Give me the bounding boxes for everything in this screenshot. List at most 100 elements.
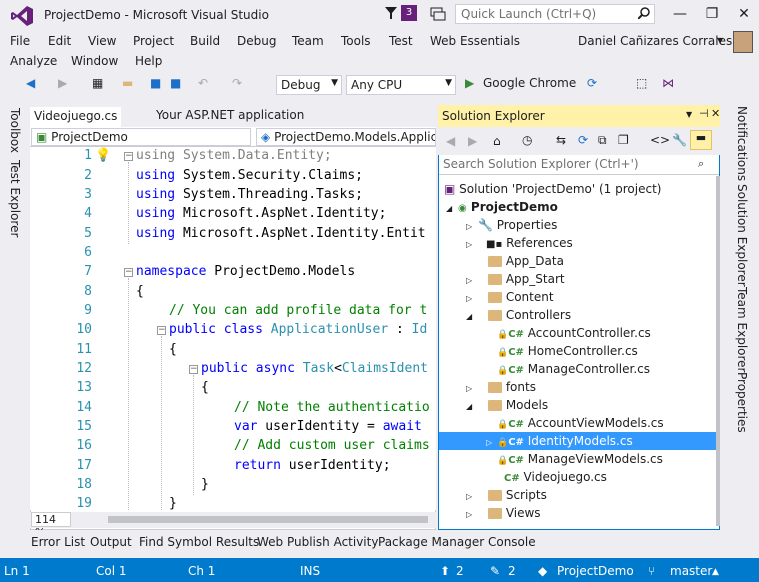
collapse-icon[interactable]: −	[124, 152, 133, 161]
menu-build[interactable]: Build	[190, 34, 220, 48]
forward-icon[interactable]: ▶	[468, 134, 477, 148]
tree-fonts[interactable]: fonts	[488, 378, 536, 396]
repository-icon[interactable]: ◆	[538, 564, 547, 578]
tree-models[interactable]: Models	[488, 396, 548, 414]
tree-scripts[interactable]: Scripts	[488, 486, 547, 504]
home-icon[interactable]: ⌂	[493, 134, 501, 148]
new-project-icon[interactable]: ▦	[92, 76, 103, 90]
status-repository[interactable]: ProjectDemo	[557, 564, 634, 578]
back-icon[interactable]: ◀	[446, 134, 455, 148]
test-explorer-tab[interactable]: Test Explorer	[8, 160, 22, 237]
save-all-icon[interactable]: ■	[170, 76, 181, 90]
avatar[interactable]	[733, 31, 753, 53]
status-unpublished-count[interactable]: 2	[456, 564, 464, 578]
tab-find-symbol-results[interactable]: Find Symbol Results	[139, 535, 259, 549]
menu-tools[interactable]: Tools	[341, 34, 371, 48]
maximize-button[interactable]: ❐	[697, 2, 727, 26]
zoom-select[interactable]: 114 %	[31, 512, 71, 539]
collapse-icon[interactable]: −	[157, 326, 166, 335]
solution-explorer-tab[interactable]: Solution Explorer	[735, 184, 749, 287]
project-nav-select[interactable]: ▣ ProjectDemo	[31, 128, 251, 146]
menu-help[interactable]: Help	[135, 54, 162, 68]
expand-arrow-icon[interactable]: ▷	[466, 492, 472, 501]
config-select[interactable]: Debug ▼	[276, 75, 342, 95]
menu-file[interactable]: File	[10, 34, 30, 48]
expand-arrow-icon[interactable]: ▷	[466, 222, 472, 231]
branch-icon[interactable]: ⑂	[648, 564, 655, 578]
save-icon[interactable]: ■	[150, 76, 161, 90]
tree-references[interactable]: ■▪ References	[486, 234, 573, 252]
tree-identity-models[interactable]: 🔒C# IdentityModels.cs	[497, 432, 633, 450]
tree-account-controller[interactable]: 🔒C# AccountController.cs	[497, 324, 651, 342]
browser-link-icon[interactable]: ⬚	[636, 76, 647, 90]
tree-views[interactable]: Views	[488, 504, 541, 522]
up-arrow-icon[interactable]: ⬆	[440, 564, 450, 578]
tab-asp-net-application[interactable]: Your ASP.NET application	[156, 108, 304, 122]
undo-icon[interactable]: ↶	[198, 76, 208, 90]
quick-launch-input[interactable]: Quick Launch (Ctrl+Q)	[455, 4, 655, 24]
expand-arrow-icon[interactable]: ▷	[466, 294, 472, 303]
expand-arrow-icon[interactable]: ▷	[486, 438, 492, 447]
chevron-down-icon[interactable]: ▼	[686, 110, 692, 119]
search-icon[interactable]: ⌕	[698, 157, 704, 171]
expand-arrow-icon[interactable]: ▷	[466, 276, 472, 285]
view-code-icon[interactable]: <>	[650, 133, 670, 147]
refresh-icon[interactable]: ⟳	[587, 76, 597, 90]
tree-solution[interactable]: ▣ Solution 'ProjectDemo' (1 project)	[444, 180, 661, 198]
tree-manage-controller[interactable]: 🔒C# ManageController.cs	[497, 360, 650, 378]
tab-videojuego[interactable]: Videojuego.cs	[30, 107, 122, 127]
tree-manage-view-models[interactable]: 🔒C# ManageViewModels.cs	[497, 450, 663, 468]
lightbulb-icon[interactable]: 💡	[95, 148, 111, 163]
tab-error-list[interactable]: Error List	[31, 535, 85, 549]
toolbox-tab[interactable]: Toolbox	[8, 108, 22, 153]
platform-select[interactable]: Any CPU ▼	[346, 75, 456, 95]
chevron-up-icon[interactable]: ▲	[712, 567, 719, 577]
tree-app-data[interactable]: App_Data	[488, 252, 564, 270]
team-explorer-tab[interactable]: Team Explorer	[735, 287, 749, 373]
expand-arrow-icon[interactable]: ▷	[466, 240, 472, 249]
user-name[interactable]: Daniel Cañizares Corrales	[578, 34, 732, 48]
chevron-down-icon[interactable]: ▼	[717, 36, 723, 45]
tree-app-start[interactable]: App_Start	[488, 270, 565, 288]
properties-tab[interactable]: Properties	[735, 372, 749, 433]
minimize-button[interactable]: —	[665, 2, 695, 26]
menu-team[interactable]: Team	[292, 34, 324, 48]
tab-web-publish-activity[interactable]: Web Publish Activity	[257, 535, 378, 549]
notification-badge[interactable]: 3	[401, 5, 417, 21]
tree-account-view-models[interactable]: 🔒C# AccountViewModels.cs	[497, 414, 664, 432]
tree-project[interactable]: ◉ ProjectDemo	[458, 198, 558, 216]
scrollbar-thumb[interactable]	[108, 516, 428, 523]
refresh-icon[interactable]: ⟳	[578, 133, 588, 147]
status-changes-count[interactable]: 2	[508, 564, 516, 578]
run-target-button[interactable]: Google Chrome	[483, 76, 576, 90]
close-icon[interactable]: ✕	[711, 107, 720, 120]
preview-selected-button[interactable]: ▬	[690, 130, 712, 150]
tree-properties[interactable]: 🔧 Properties	[478, 216, 557, 234]
menu-analyze[interactable]: Analyze	[10, 54, 57, 68]
close-button[interactable]: ✕	[729, 2, 759, 26]
tab-package-manager-console[interactable]: Package Manager Console	[378, 535, 536, 549]
menu-project[interactable]: Project	[133, 34, 174, 48]
tree-controllers[interactable]: Controllers	[488, 306, 571, 324]
expand-arrow-icon[interactable]: ▷	[466, 384, 472, 393]
pin-icon[interactable]: ⊣	[699, 107, 709, 120]
play-icon[interactable]: ▶	[465, 76, 474, 90]
menu-edit[interactable]: Edit	[48, 34, 71, 48]
pencil-icon[interactable]: ✎	[490, 564, 500, 578]
notifications-tab[interactable]: Notifications	[735, 106, 749, 181]
open-file-icon[interactable]: ▬	[122, 76, 133, 90]
menu-test[interactable]: Test	[389, 34, 413, 48]
expand-arrow-icon[interactable]: ▷	[466, 510, 472, 519]
history-icon[interactable]: ◷	[522, 133, 532, 147]
collapse-icon[interactable]: −	[189, 365, 198, 374]
expand-arrow-icon[interactable]: ◢	[446, 204, 452, 213]
show-all-files-icon[interactable]: ❐	[618, 133, 629, 147]
menu-web-essentials[interactable]: Web Essentials	[430, 34, 520, 48]
forward-icon[interactable]: ▶	[58, 76, 67, 90]
tab-output[interactable]: Output	[90, 535, 132, 549]
menu-window[interactable]: Window	[71, 54, 118, 68]
vs-icon[interactable]: ⋈	[662, 76, 674, 90]
menu-view[interactable]: View	[88, 34, 116, 48]
tree-videojuego[interactable]: C# Videojuego.cs	[504, 468, 607, 486]
sync-icon[interactable]: ⇆	[556, 133, 566, 147]
